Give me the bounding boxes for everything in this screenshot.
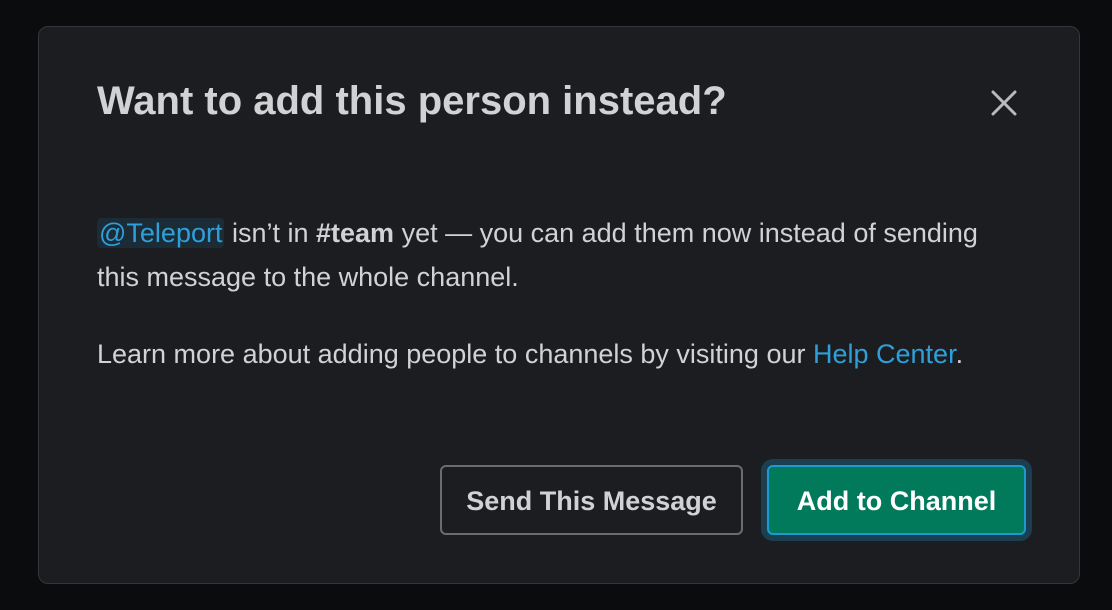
close-button[interactable]	[983, 82, 1025, 124]
help-message: Learn more about adding people to channe…	[97, 332, 997, 376]
send-this-message-button[interactable]: Send This Message	[440, 465, 743, 535]
add-person-dialog: Want to add this person instead? @Telepo…	[38, 26, 1080, 584]
dialog-title: Want to add this person instead?	[97, 79, 727, 123]
user-mention[interactable]: @Teleport	[97, 218, 225, 248]
help-center-link[interactable]: Help Center	[813, 339, 956, 369]
dialog-message: @Teleport isn’t in #team yet — you can a…	[97, 211, 997, 299]
help-text-end: .	[955, 339, 964, 369]
help-text: Learn more about adding people to channe…	[97, 339, 813, 369]
message-text-before-channel: isn’t in	[224, 218, 317, 248]
channel-name: #team	[316, 218, 395, 248]
close-icon	[991, 90, 1017, 116]
add-to-channel-button[interactable]: Add to Channel	[767, 465, 1026, 535]
